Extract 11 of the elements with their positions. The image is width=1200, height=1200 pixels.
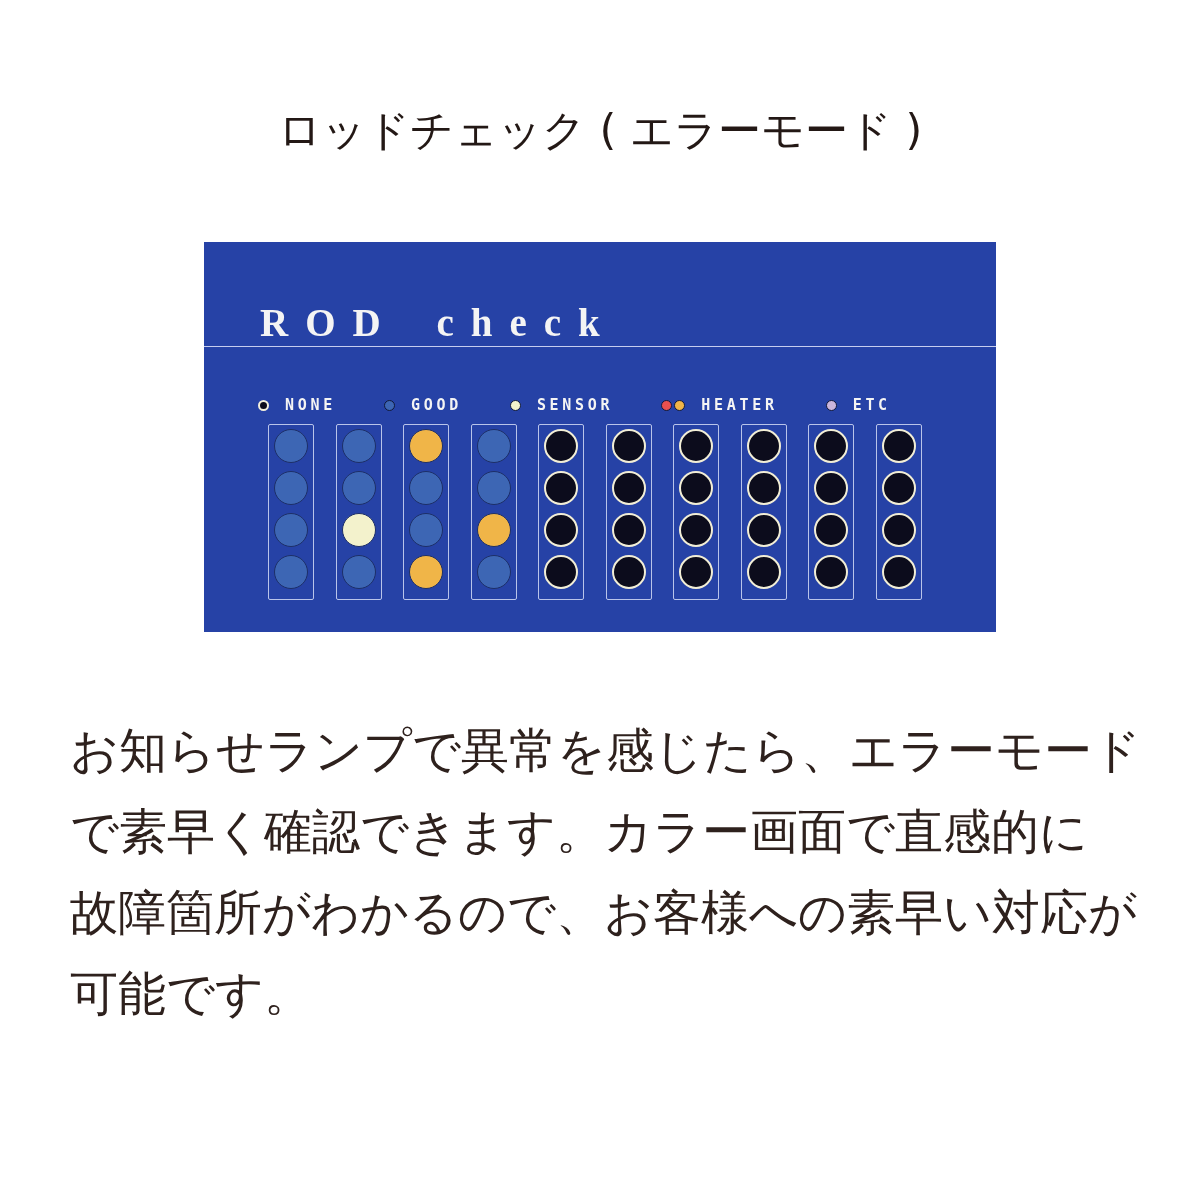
legend-label: NONE [285,397,336,413]
legend-label: HEATER [701,397,778,413]
description-line: で素早く確認できます。カラー画面で直感的に [70,802,1088,861]
legend-label: SENSOR [536,397,614,413]
description-line: 可能です。 [70,964,312,1023]
description-line: お知らせランプで異常を感じたら、エラーモード [70,721,1141,780]
description-line: 故障箇所がわかるので、お客様への素早い対応が [70,883,1137,942]
page-title: ロッドチェック ( エラーモード ) [277,106,923,154]
legend-label: ETC [852,397,891,413]
legend-label: GOOD [410,397,462,413]
panel-title: ROD check [260,302,617,344]
